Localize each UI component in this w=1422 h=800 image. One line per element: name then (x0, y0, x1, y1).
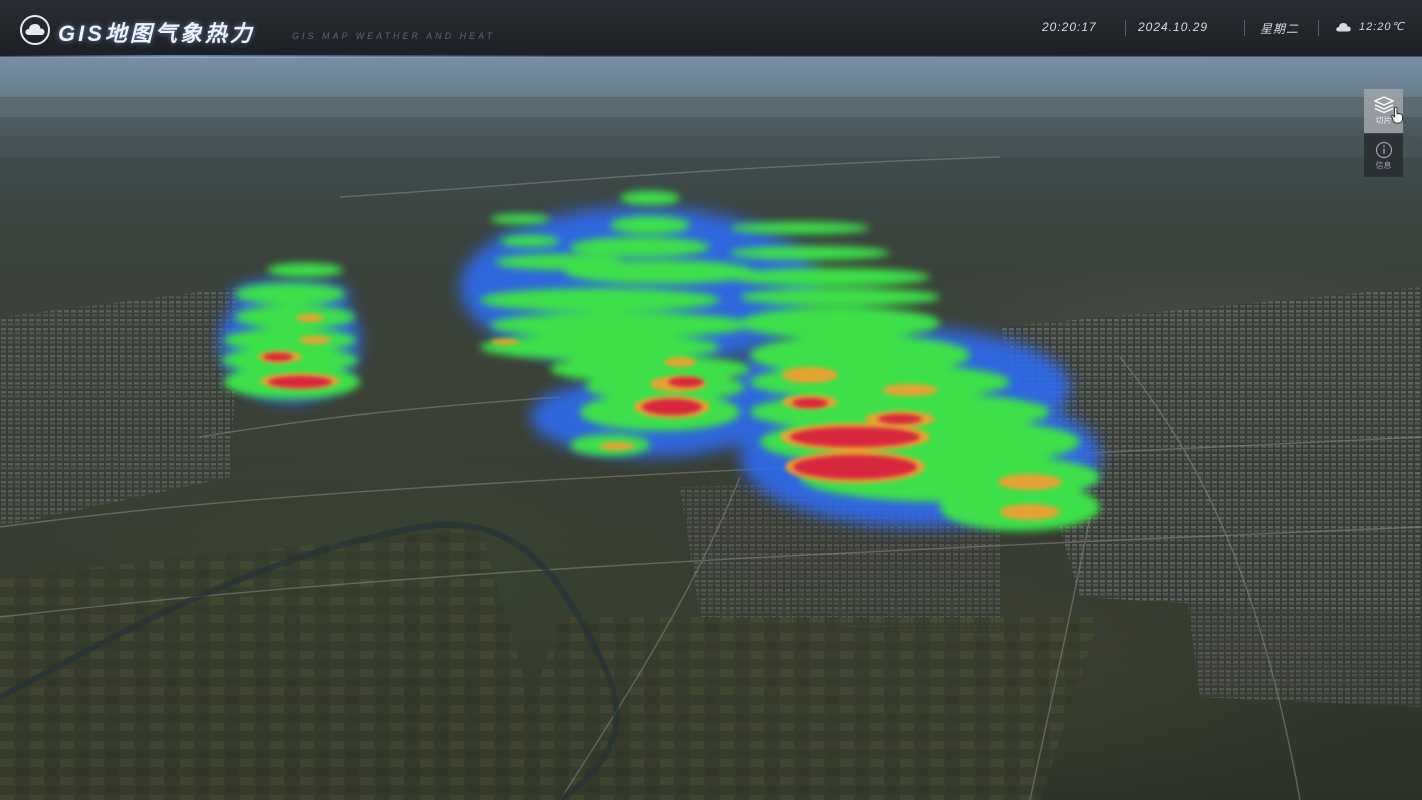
hand-cursor-icon (1391, 106, 1403, 124)
app-title: GIS地图气象热力 (58, 21, 255, 46)
satellite-map (0, 57, 1422, 800)
temperature: 12:20℃ (1359, 21, 1405, 33)
cloud-icon (1336, 23, 1351, 32)
info-icon (1375, 141, 1392, 158)
app-logo-icon (20, 15, 50, 45)
map-view[interactable] (0, 57, 1422, 800)
header-divider (1244, 20, 1245, 36)
app-subtitle: GIS MAP WEATHER AND HEAT (292, 31, 496, 41)
map-tool-panel: 切片 信息 (1364, 89, 1403, 177)
clock-time: 20:20:17 (1042, 20, 1097, 34)
weekday: 星期二 (1260, 22, 1300, 36)
top-header: GIS地图气象热力 GIS MAP WEATHER AND HEAT 20:20… (0, 0, 1422, 58)
tool-info-button[interactable]: 信息 (1364, 133, 1403, 177)
header-divider (1125, 20, 1126, 36)
header-divider (1318, 20, 1319, 36)
tool-info-label: 信息 (1375, 160, 1392, 170)
current-date: 2024.10.29 (1138, 20, 1209, 34)
tool-layers-label: 切片 (1375, 116, 1392, 125)
